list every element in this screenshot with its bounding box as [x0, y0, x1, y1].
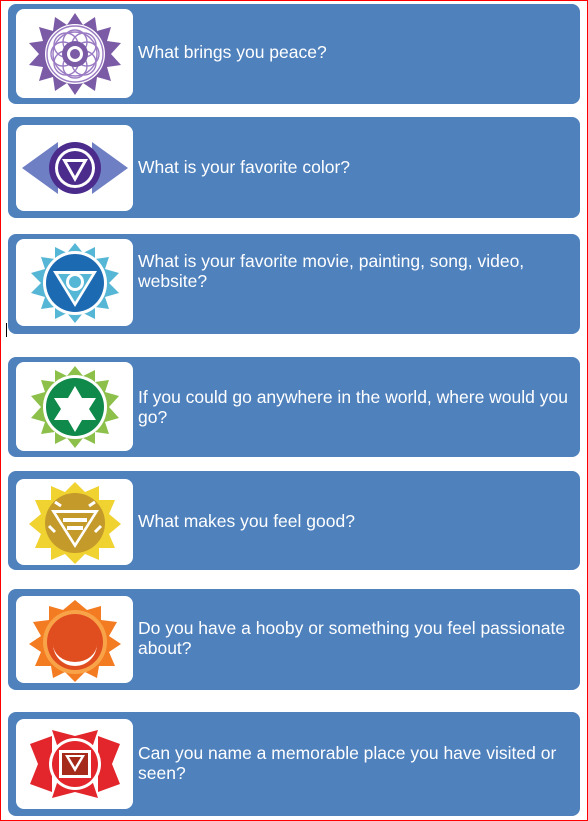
heart-chakra-icon: [16, 362, 133, 451]
sacral-chakra-icon: [16, 596, 133, 683]
text-cursor: [6, 323, 7, 337]
throat-chakra-icon: [16, 239, 133, 326]
question-card-7[interactable]: Can you name a memorable place you have …: [8, 712, 580, 816]
question-card-5[interactable]: What makes you feel good?: [8, 471, 580, 570]
solar-plexus-chakra-icon: [16, 479, 133, 565]
question-card-6[interactable]: Do you have a hooby or something you fee…: [8, 589, 580, 690]
question-text: What makes you feel good?: [138, 511, 355, 531]
question-card-4[interactable]: If you could go anywhere in the world, w…: [8, 357, 580, 457]
question-text: What is your favorite color?: [138, 157, 351, 177]
question-text: Can you name a memorable place you have …: [138, 743, 557, 783]
question-text: What is your favorite movie, painting, s…: [138, 251, 525, 291]
crown-chakra-icon: [16, 9, 133, 98]
question-text: Do you have a hooby or something you fee…: [138, 618, 566, 658]
third-eye-chakra-icon: [16, 125, 133, 211]
question-text: What brings you peace?: [138, 42, 327, 62]
question-card-3[interactable]: What is your favorite movie, painting, s…: [8, 234, 580, 334]
question-text: If you could go anywhere in the world, w…: [138, 387, 568, 427]
question-card-2[interactable]: What is your favorite color?: [8, 117, 580, 218]
root-chakra-icon: [16, 719, 133, 809]
question-card-1[interactable]: What brings you peace?: [8, 4, 580, 104]
